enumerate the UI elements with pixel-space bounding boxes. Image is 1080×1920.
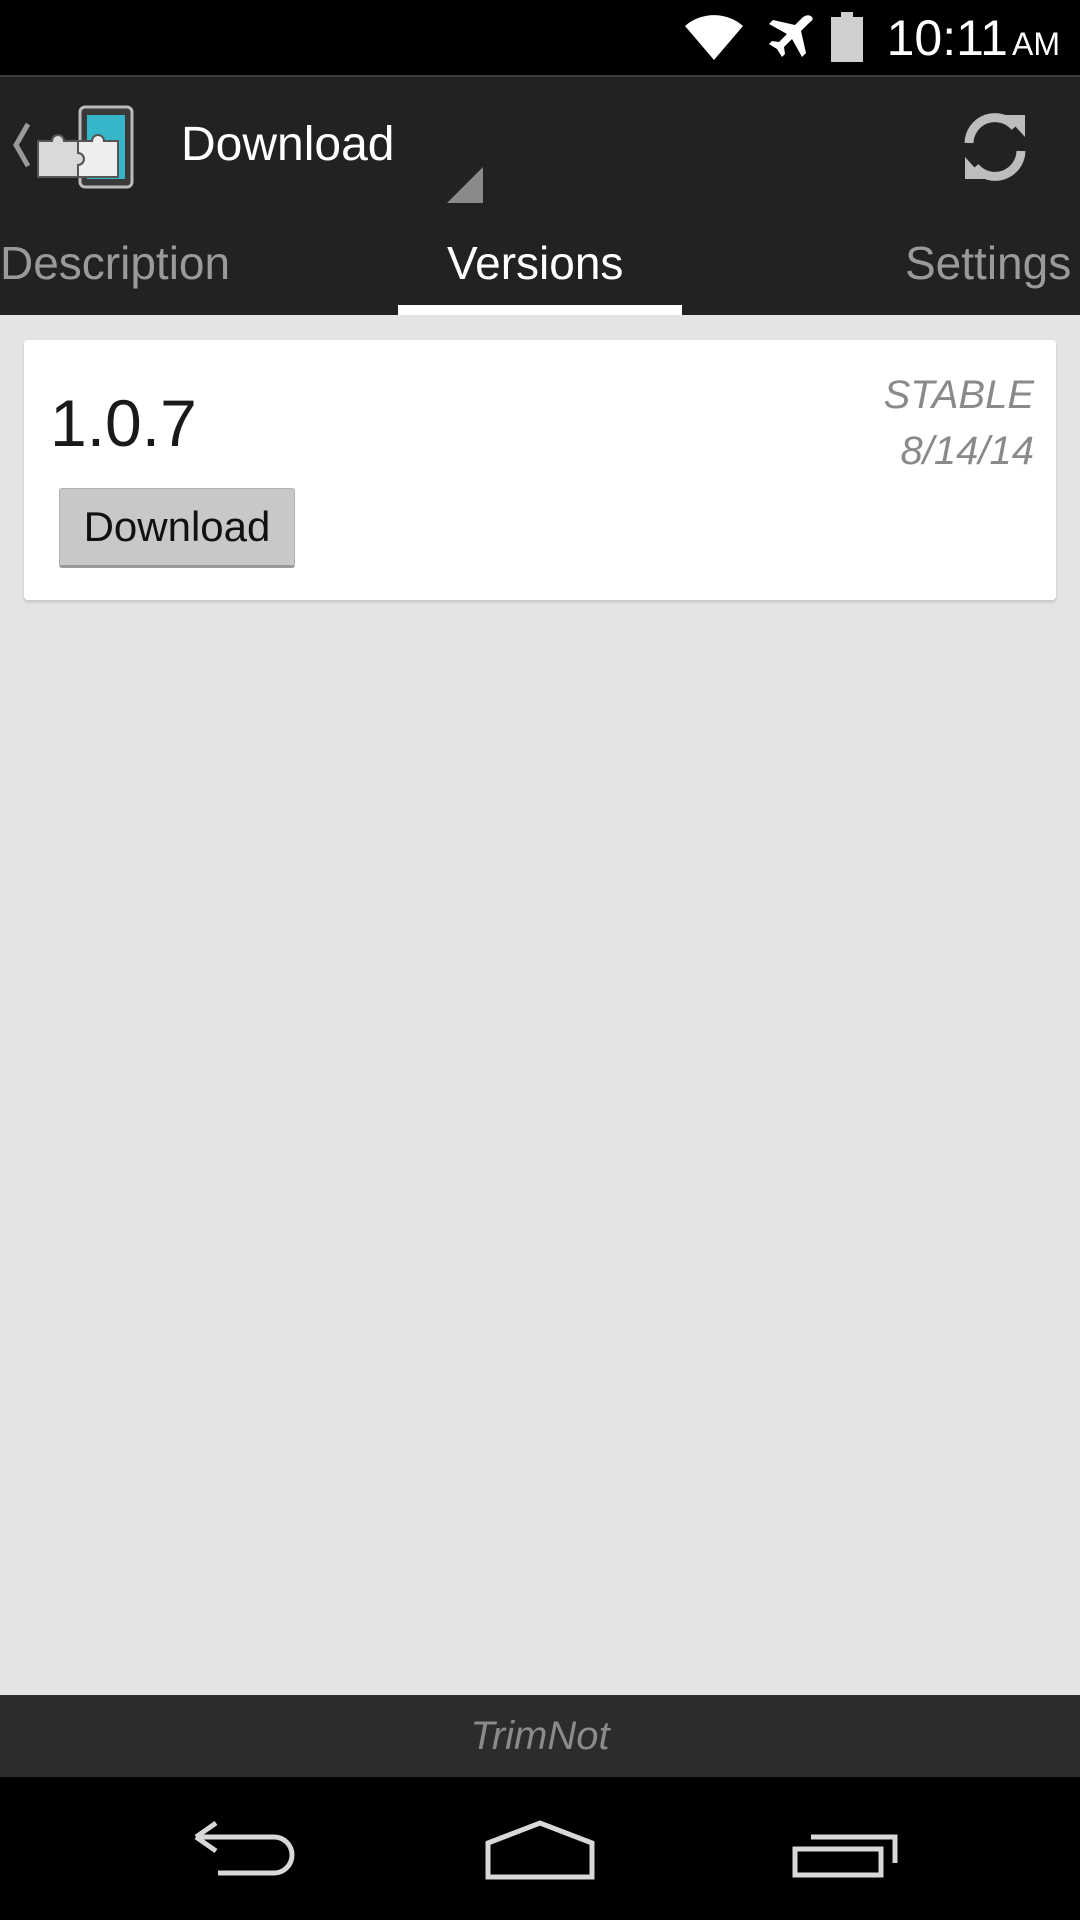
download-button[interactable]: Download — [59, 488, 295, 568]
up-caret-icon[interactable] — [12, 122, 32, 168]
action-bar: Download — [0, 75, 1080, 213]
airplane-mode-icon — [769, 15, 813, 57]
tab-settings[interactable]: Settings — [905, 235, 1071, 291]
release-type: STABLE — [883, 373, 1034, 417]
refresh-icon[interactable] — [955, 107, 1035, 187]
footer-banner: TrimNot — [0, 1695, 1080, 1777]
page-title[interactable]: Download — [181, 117, 394, 173]
clock: 10:11 AM — [887, 6, 1060, 77]
home-icon[interactable] — [470, 1807, 610, 1897]
version-card: 1.0.7 STABLE 8/14/14 Download — [24, 340, 1056, 600]
clock-time: 10:11 — [886, 10, 1008, 66]
wifi-icon — [685, 15, 743, 60]
tab-description[interactable]: Description — [0, 235, 230, 291]
spinner-triangle-icon — [447, 167, 483, 203]
tab-selected-indicator — [398, 305, 682, 315]
footer-text: TrimNot — [470, 1714, 610, 1758]
back-icon[interactable] — [170, 1807, 310, 1897]
navigation-bar — [0, 1777, 1080, 1920]
xposed-app-logo-icon[interactable] — [36, 105, 134, 189]
recents-icon[interactable] — [775, 1807, 915, 1897]
tab-versions[interactable]: Versions — [447, 235, 623, 291]
battery-icon — [831, 12, 863, 62]
tab-bar: Description Versions Settings — [0, 213, 1080, 315]
status-bar: 10:11 AM — [0, 0, 1080, 75]
version-number: 1.0.7 — [50, 386, 197, 460]
release-date: 8/14/14 — [900, 429, 1034, 473]
clock-ampm: AM — [1012, 26, 1060, 62]
